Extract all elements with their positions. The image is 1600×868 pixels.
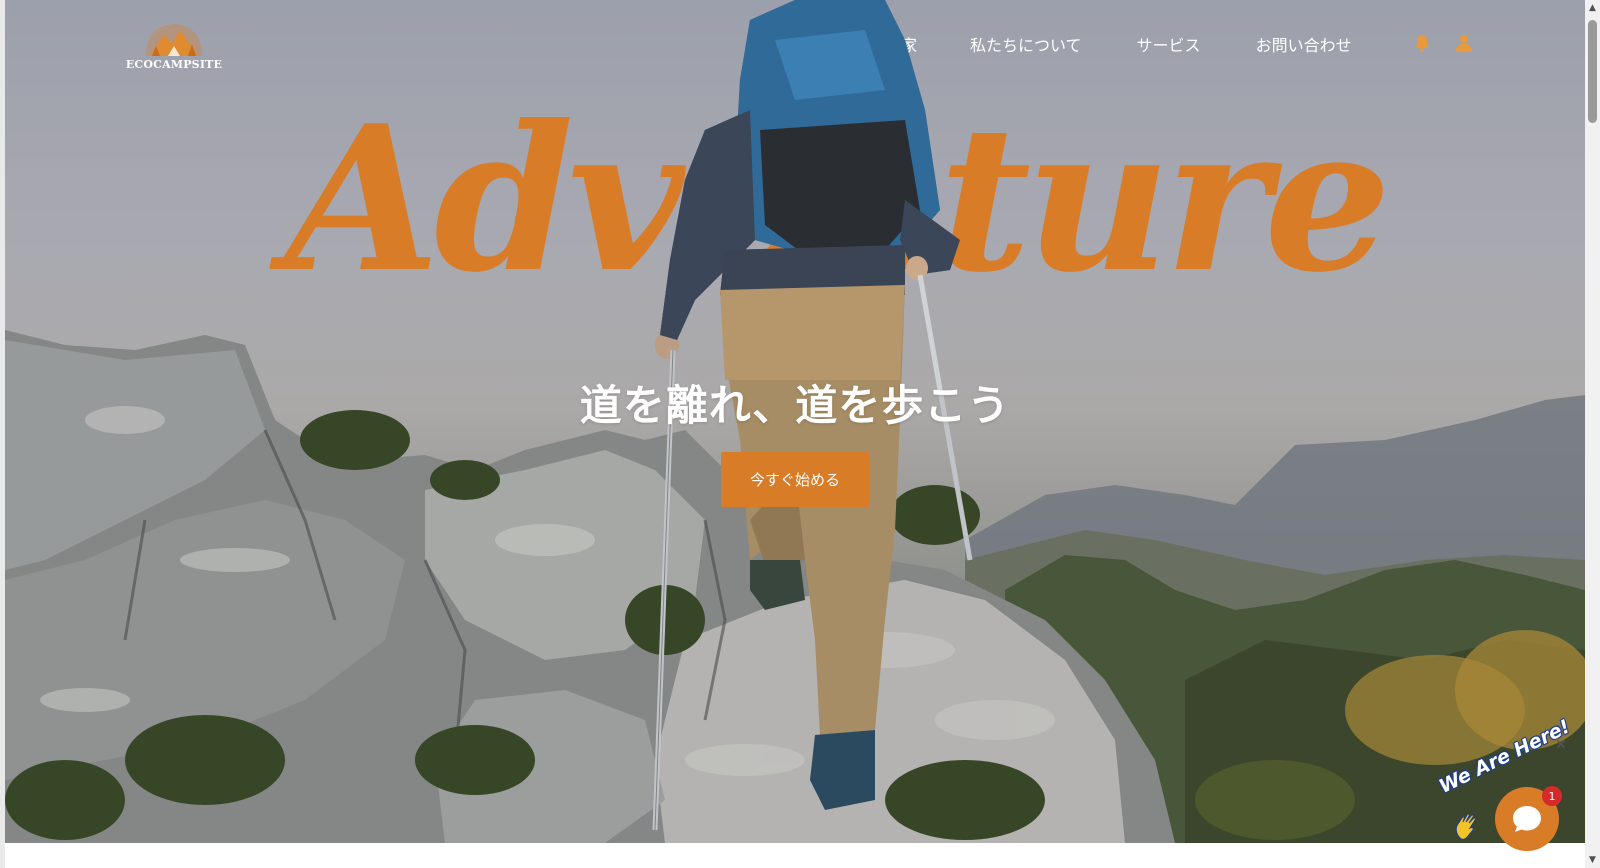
scrollbar-thumb[interactable] xyxy=(1588,20,1597,123)
waving-hand-icon xyxy=(1452,812,1482,849)
vertical-scrollbar[interactable]: ▲ ▼ xyxy=(1585,0,1600,868)
scroll-up-arrow-icon[interactable]: ▲ xyxy=(1585,0,1600,16)
chat-bubble-icon xyxy=(1513,806,1541,832)
chat-unread-badge: 1 xyxy=(1542,786,1562,806)
hero-headline: 道を離れ、道を歩こう xyxy=(579,381,1011,430)
chat-widget[interactable]: We Are Here! 1 xyxy=(1436,716,1592,862)
hero-section: ECOCAMPSITE 家 私たちについて サービス お問い合わせ 道を離れ、道… xyxy=(5,0,1585,843)
get-started-button[interactable]: 今すぐ始める xyxy=(721,452,869,507)
browser-window: ECOCAMPSITE 家 私たちについて サービス お問い合わせ 道を離れ、道… xyxy=(0,0,1600,868)
